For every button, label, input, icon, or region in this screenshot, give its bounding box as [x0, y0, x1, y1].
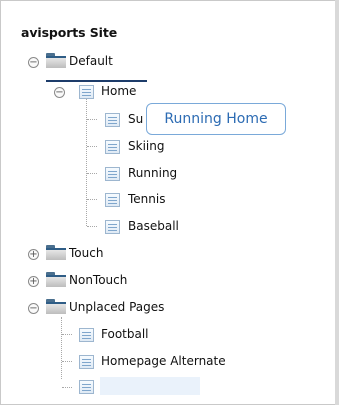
- tree-item-su[interactable]: Su: [128, 112, 143, 126]
- tree-item-baseball[interactable]: Baseball: [128, 219, 179, 233]
- tree-item-nontouch[interactable]: NonTouch: [69, 273, 127, 287]
- page-icon: [105, 140, 120, 154]
- expand-toggle-nontouch[interactable]: +: [28, 276, 39, 287]
- page-icon: [105, 193, 120, 207]
- tree-item-tennis[interactable]: Tennis: [128, 192, 165, 206]
- tree-item-football[interactable]: Football: [101, 327, 149, 341]
- site-title: avisports Site: [21, 25, 118, 40]
- collapse-toggle-unplaced[interactable]: −: [28, 303, 39, 314]
- tree-item-running[interactable]: Running: [128, 166, 177, 180]
- panel-edge: [335, 0, 339, 405]
- selection-highlight: [100, 377, 200, 395]
- tree-item-unplaced-pages[interactable]: Unplaced Pages: [69, 300, 164, 314]
- folder-icon: [46, 245, 66, 260]
- collapse-toggle-default[interactable]: −: [28, 57, 39, 68]
- tree-item-default[interactable]: Default: [69, 54, 113, 68]
- tree-item-skiing[interactable]: Skiing: [128, 139, 164, 153]
- site-tree-panel: avisports Site − Default − Home Su Skiin…: [0, 0, 339, 405]
- tree-connector: [87, 199, 97, 200]
- folder-icon: [46, 272, 66, 287]
- collapse-toggle-home[interactable]: −: [54, 87, 65, 98]
- folder-icon: [46, 53, 66, 68]
- page-icon: [79, 355, 94, 369]
- tree-connector: [87, 119, 97, 120]
- tree-connector: [87, 146, 97, 147]
- tree-connector: [62, 361, 72, 362]
- tree-item-touch[interactable]: Touch: [69, 246, 103, 260]
- page-icon: [105, 167, 120, 181]
- page-icon: [79, 380, 94, 394]
- drop-indicator-line: [46, 80, 147, 82]
- tree-connector: [61, 317, 62, 379]
- tree-connector: [62, 334, 72, 335]
- expand-toggle-touch[interactable]: +: [28, 249, 39, 260]
- page-icon: [105, 113, 120, 127]
- folder-icon: [46, 299, 66, 314]
- tree-connector: [87, 173, 97, 174]
- page-icon: [105, 220, 120, 234]
- tree-connector: [87, 226, 97, 227]
- tree-connector: [62, 387, 72, 388]
- tree-item-homepage-alternate[interactable]: Homepage Alternate: [101, 354, 226, 368]
- page-icon: [79, 328, 94, 342]
- tree-item-home[interactable]: Home: [101, 84, 136, 98]
- drag-tooltip: Running Home: [146, 103, 286, 135]
- page-icon: [79, 85, 94, 99]
